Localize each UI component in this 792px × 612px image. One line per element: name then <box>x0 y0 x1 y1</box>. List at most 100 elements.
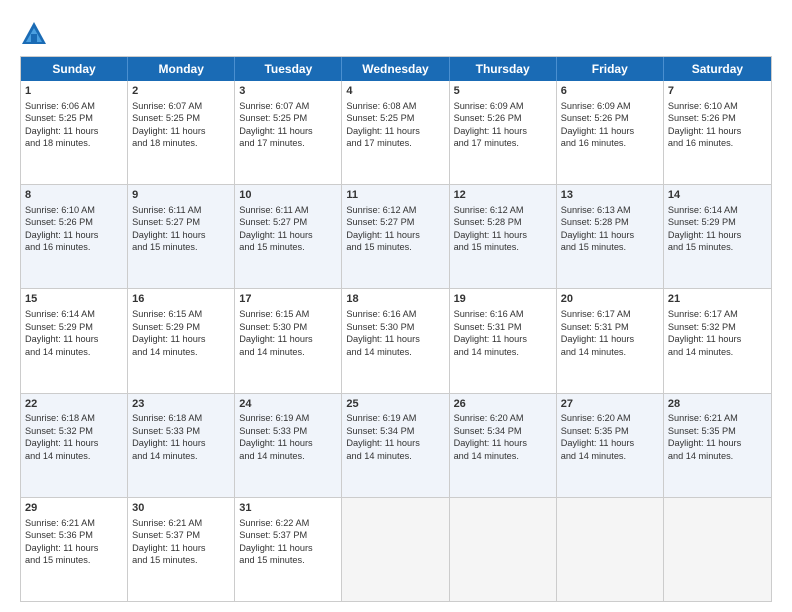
day-info-line: Daylight: 11 hours <box>561 229 659 241</box>
calendar: SundayMondayTuesdayWednesdayThursdayFrid… <box>20 56 772 602</box>
day-info-line: Daylight: 11 hours <box>561 437 659 449</box>
day-info-line: and 18 minutes. <box>25 137 123 149</box>
day-number: 5 <box>454 84 552 99</box>
day-number: 15 <box>25 292 123 307</box>
day-info-line: Sunset: 5:33 PM <box>239 425 337 437</box>
day-info-line: Sunrise: 6:18 AM <box>25 412 123 424</box>
calendar-cell: 10Sunrise: 6:11 AMSunset: 5:27 PMDayligh… <box>235 185 342 288</box>
day-info-line: and 15 minutes. <box>454 241 552 253</box>
day-number: 4 <box>346 84 444 99</box>
day-info-line: Sunrise: 6:21 AM <box>25 517 123 529</box>
day-number: 1 <box>25 84 123 99</box>
day-info-line: Daylight: 11 hours <box>25 125 123 137</box>
calendar-cell: 24Sunrise: 6:19 AMSunset: 5:33 PMDayligh… <box>235 394 342 497</box>
page-header <box>20 16 772 48</box>
day-number: 18 <box>346 292 444 307</box>
day-info-line: Sunrise: 6:20 AM <box>454 412 552 424</box>
day-info-line: Sunset: 5:25 PM <box>25 112 123 124</box>
calendar-cell: 3Sunrise: 6:07 AMSunset: 5:25 PMDaylight… <box>235 81 342 184</box>
calendar-cell: 11Sunrise: 6:12 AMSunset: 5:27 PMDayligh… <box>342 185 449 288</box>
day-info-line: Daylight: 11 hours <box>25 333 123 345</box>
day-number: 16 <box>132 292 230 307</box>
calendar-cell: 6Sunrise: 6:09 AMSunset: 5:26 PMDaylight… <box>557 81 664 184</box>
day-number: 10 <box>239 188 337 203</box>
day-number: 29 <box>25 501 123 516</box>
day-info-line: Sunrise: 6:17 AM <box>561 308 659 320</box>
calendar-cell: 16Sunrise: 6:15 AMSunset: 5:29 PMDayligh… <box>128 289 235 392</box>
day-info-line: Daylight: 11 hours <box>668 125 767 137</box>
day-info-line: Sunrise: 6:19 AM <box>239 412 337 424</box>
calendar-cell: 1Sunrise: 6:06 AMSunset: 5:25 PMDaylight… <box>21 81 128 184</box>
day-number: 3 <box>239 84 337 99</box>
day-info-line: Daylight: 11 hours <box>668 229 767 241</box>
day-info-line: Sunrise: 6:06 AM <box>25 100 123 112</box>
day-info-line: Sunset: 5:37 PM <box>239 529 337 541</box>
day-info-line: Sunset: 5:35 PM <box>561 425 659 437</box>
day-info-line: Daylight: 11 hours <box>132 542 230 554</box>
day-info-line: Sunset: 5:25 PM <box>346 112 444 124</box>
day-info-line: Sunset: 5:30 PM <box>346 321 444 333</box>
calendar-row-5: 29Sunrise: 6:21 AMSunset: 5:36 PMDayligh… <box>21 498 771 601</box>
day-info-line: Daylight: 11 hours <box>132 229 230 241</box>
day-info-line: Sunset: 5:29 PM <box>25 321 123 333</box>
day-info-line: Sunrise: 6:07 AM <box>239 100 337 112</box>
day-info-line: Daylight: 11 hours <box>239 437 337 449</box>
header-day-wednesday: Wednesday <box>342 57 449 81</box>
day-info-line: Daylight: 11 hours <box>346 125 444 137</box>
day-info-line: and 14 minutes. <box>454 346 552 358</box>
calendar-cell <box>664 498 771 601</box>
day-number: 7 <box>668 84 767 99</box>
calendar-cell: 29Sunrise: 6:21 AMSunset: 5:36 PMDayligh… <box>21 498 128 601</box>
day-info-line: Sunset: 5:31 PM <box>454 321 552 333</box>
day-number: 30 <box>132 501 230 516</box>
day-number: 11 <box>346 188 444 203</box>
day-info-line: and 14 minutes. <box>132 346 230 358</box>
day-info-line: Sunset: 5:34 PM <box>346 425 444 437</box>
day-info-line: Sunrise: 6:22 AM <box>239 517 337 529</box>
calendar-cell: 17Sunrise: 6:15 AMSunset: 5:30 PMDayligh… <box>235 289 342 392</box>
day-info-line: Sunset: 5:26 PM <box>561 112 659 124</box>
day-number: 26 <box>454 397 552 412</box>
day-info-line: and 14 minutes. <box>239 450 337 462</box>
day-number: 6 <box>561 84 659 99</box>
day-number: 2 <box>132 84 230 99</box>
day-info-line: and 15 minutes. <box>239 241 337 253</box>
calendar-body: 1Sunrise: 6:06 AMSunset: 5:25 PMDaylight… <box>21 81 771 601</box>
day-info-line: Daylight: 11 hours <box>346 229 444 241</box>
calendar-cell <box>342 498 449 601</box>
day-info-line: Sunset: 5:32 PM <box>668 321 767 333</box>
header-day-thursday: Thursday <box>450 57 557 81</box>
day-info-line: and 17 minutes. <box>346 137 444 149</box>
day-info-line: Daylight: 11 hours <box>561 333 659 345</box>
day-info-line: Sunset: 5:29 PM <box>668 216 767 228</box>
day-info-line: Daylight: 11 hours <box>668 333 767 345</box>
calendar-cell: 2Sunrise: 6:07 AMSunset: 5:25 PMDaylight… <box>128 81 235 184</box>
day-info-line: Daylight: 11 hours <box>454 125 552 137</box>
day-info-line: and 18 minutes. <box>132 137 230 149</box>
day-info-line: Sunset: 5:27 PM <box>346 216 444 228</box>
day-info-line: and 14 minutes. <box>132 450 230 462</box>
day-info-line: Sunset: 5:25 PM <box>239 112 337 124</box>
calendar-cell: 18Sunrise: 6:16 AMSunset: 5:30 PMDayligh… <box>342 289 449 392</box>
day-info-line: Sunset: 5:35 PM <box>668 425 767 437</box>
calendar-cell: 14Sunrise: 6:14 AMSunset: 5:29 PMDayligh… <box>664 185 771 288</box>
day-info-line: Daylight: 11 hours <box>25 437 123 449</box>
calendar-cell: 12Sunrise: 6:12 AMSunset: 5:28 PMDayligh… <box>450 185 557 288</box>
day-info-line: Sunset: 5:27 PM <box>239 216 337 228</box>
calendar-cell: 20Sunrise: 6:17 AMSunset: 5:31 PMDayligh… <box>557 289 664 392</box>
day-info-line: and 15 minutes. <box>132 241 230 253</box>
day-info-line: and 14 minutes. <box>561 346 659 358</box>
calendar-cell: 22Sunrise: 6:18 AMSunset: 5:32 PMDayligh… <box>21 394 128 497</box>
calendar-cell: 13Sunrise: 6:13 AMSunset: 5:28 PMDayligh… <box>557 185 664 288</box>
day-info-line: Daylight: 11 hours <box>346 437 444 449</box>
day-number: 20 <box>561 292 659 307</box>
calendar-row-1: 1Sunrise: 6:06 AMSunset: 5:25 PMDaylight… <box>21 81 771 185</box>
day-info-line: Daylight: 11 hours <box>346 333 444 345</box>
calendar-cell: 5Sunrise: 6:09 AMSunset: 5:26 PMDaylight… <box>450 81 557 184</box>
day-info-line: and 14 minutes. <box>25 346 123 358</box>
day-info-line: Daylight: 11 hours <box>239 333 337 345</box>
day-info-line: Sunrise: 6:12 AM <box>454 204 552 216</box>
day-info-line: and 14 minutes. <box>668 450 767 462</box>
day-info-line: Daylight: 11 hours <box>454 437 552 449</box>
day-info-line: Daylight: 11 hours <box>25 229 123 241</box>
